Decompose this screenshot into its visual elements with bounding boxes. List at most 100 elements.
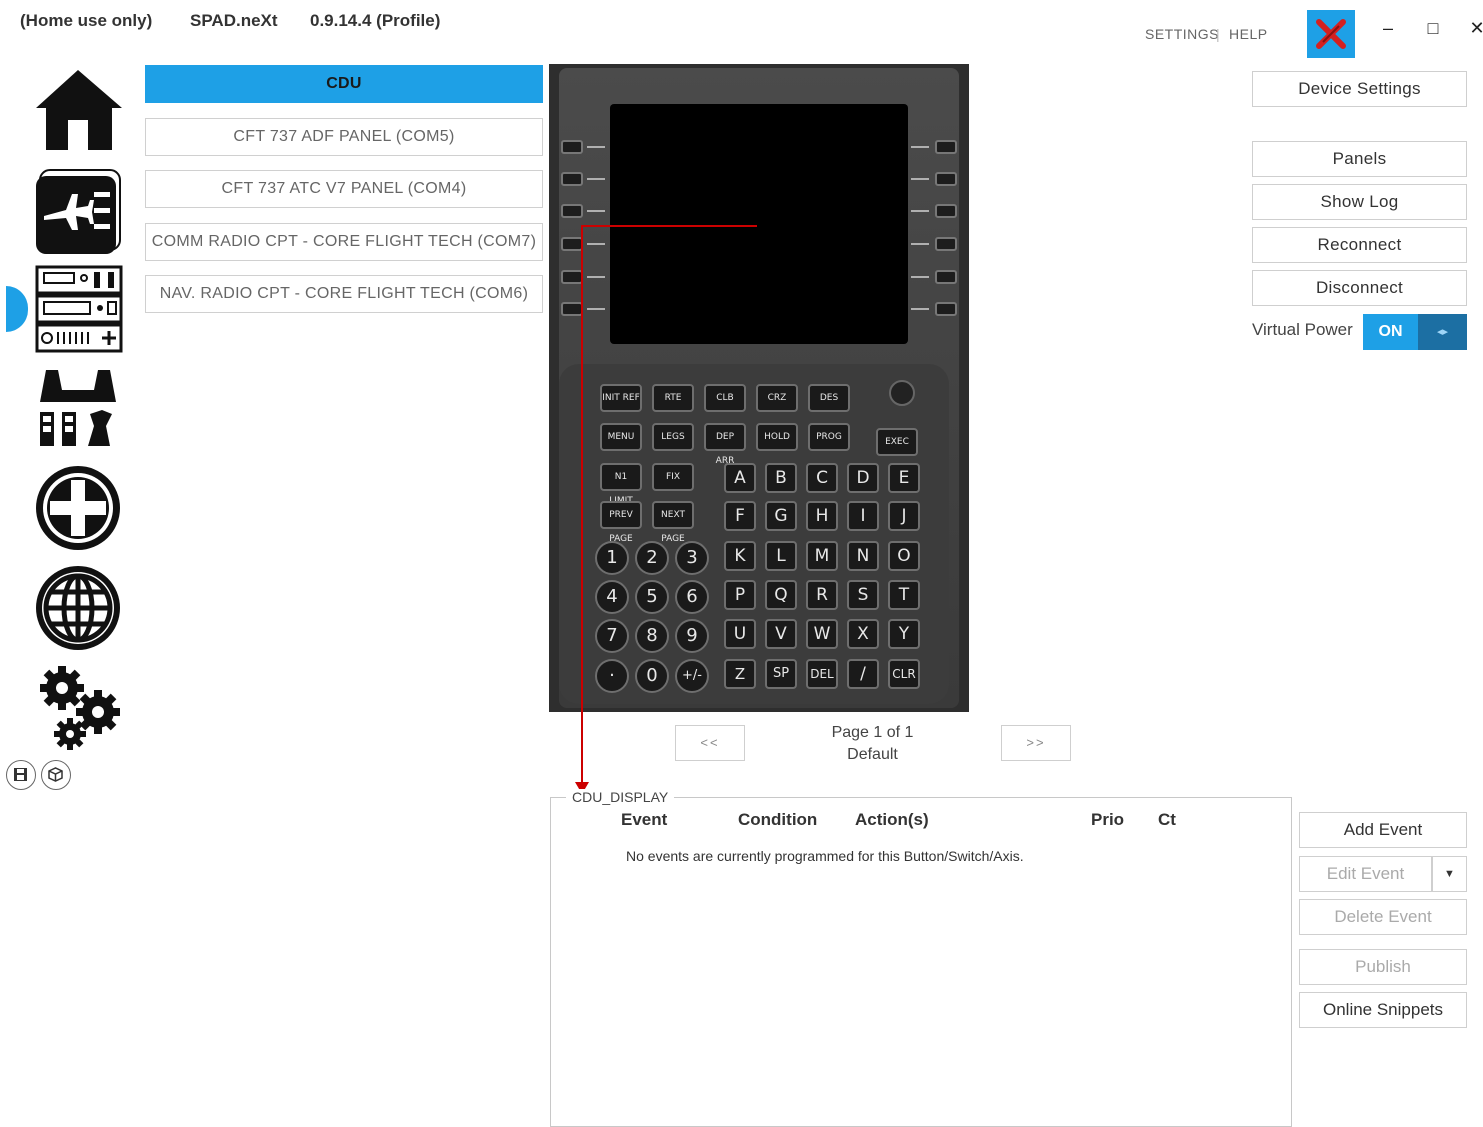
key-crz[interactable]: CRZ	[756, 384, 798, 412]
help-link[interactable]: HELP	[1229, 26, 1268, 42]
key-des[interactable]: DES	[808, 384, 850, 412]
key-n[interactable]: N	[847, 541, 879, 571]
key-x[interactable]: X	[847, 619, 879, 649]
online-snippets-button[interactable]: Online Snippets	[1299, 992, 1467, 1028]
key-sp[interactable]: SP	[765, 659, 797, 689]
lsk-right-6[interactable]	[935, 302, 957, 316]
key-v[interactable]: V	[765, 619, 797, 649]
column-header-ct[interactable]: Ct	[1158, 810, 1176, 830]
key-t[interactable]: T	[888, 580, 920, 610]
lsk-right-2[interactable]	[935, 172, 957, 186]
minimize-button[interactable]: –	[1373, 14, 1403, 42]
key-i[interactable]: I	[847, 501, 879, 531]
device-item-adf-panel[interactable]: CFT 737 ADF PANEL (COM5)	[145, 118, 543, 156]
lsk-left-2[interactable]	[561, 172, 583, 186]
save-icon[interactable]	[6, 760, 36, 790]
key-c[interactable]: C	[806, 463, 838, 493]
show-log-button[interactable]: Show Log	[1252, 184, 1467, 220]
key-m[interactable]: M	[806, 541, 838, 571]
lsk-left-5[interactable]	[561, 270, 583, 284]
key-7[interactable]: 7	[595, 619, 629, 653]
virtual-power-toggle[interactable]: ON ◂▸	[1363, 314, 1467, 350]
key-d[interactable]: D	[847, 463, 879, 493]
close-button[interactable]: ✕	[1462, 14, 1483, 42]
package-icon[interactable]	[41, 760, 71, 790]
add-device-icon[interactable]	[32, 462, 124, 554]
key-y[interactable]: Y	[888, 619, 920, 649]
lsk-right-5[interactable]	[935, 270, 957, 284]
panels-button[interactable]: Panels	[1252, 141, 1467, 177]
lsk-left-3[interactable]	[561, 204, 583, 218]
key-8[interactable]: 8	[635, 619, 669, 653]
controllers-icon[interactable]	[32, 362, 124, 454]
edit-event-button[interactable]: Edit Event	[1299, 856, 1432, 892]
key-3[interactable]: 3	[675, 541, 709, 575]
key-5[interactable]: 5	[635, 580, 669, 614]
lsk-right-1[interactable]	[935, 140, 957, 154]
key-0[interactable]: 0	[635, 659, 669, 693]
column-header-prio[interactable]: Prio	[1091, 810, 1124, 830]
key-p[interactable]: P	[724, 580, 756, 610]
key-e[interactable]: E	[888, 463, 920, 493]
key-dot[interactable]: ·	[595, 659, 629, 693]
key-z[interactable]: Z	[724, 659, 756, 689]
key-j[interactable]: J	[888, 501, 920, 531]
key-menu[interactable]: MENU	[600, 423, 642, 451]
next-page-button[interactable]: >>	[1001, 725, 1071, 761]
key-prog[interactable]: PROG	[808, 423, 850, 451]
key-9[interactable]: 9	[675, 619, 709, 653]
key-plus-minus[interactable]: +/-	[675, 659, 709, 693]
key-a[interactable]: A	[724, 463, 756, 493]
key-g[interactable]: G	[765, 501, 797, 531]
key-prev-page[interactable]: PREV PAGE	[600, 501, 642, 544]
maximize-button[interactable]: □	[1418, 14, 1448, 42]
key-rte[interactable]: RTE	[652, 384, 694, 412]
key-n1-limit[interactable]: N1 LIMIT	[600, 463, 642, 506]
key-exec[interactable]: EXEC	[876, 428, 918, 456]
key-l[interactable]: L	[765, 541, 797, 571]
flight-profile-icon[interactable]	[32, 166, 124, 258]
key-fix[interactable]: FIX	[652, 463, 694, 491]
key-s[interactable]: S	[847, 580, 879, 610]
key-q[interactable]: Q	[765, 580, 797, 610]
publish-button[interactable]: Publish	[1299, 949, 1467, 985]
add-event-button[interactable]: Add Event	[1299, 812, 1467, 848]
key-next-page[interactable]: NEXT PAGE	[652, 501, 694, 544]
device-item-nav-radio[interactable]: NAV. RADIO CPT - CORE FLIGHT TECH (COM6)	[145, 275, 543, 313]
home-icon[interactable]	[32, 64, 124, 156]
column-header-condition[interactable]: Condition	[738, 810, 817, 830]
brightness-knob[interactable]	[889, 380, 915, 406]
online-globe-icon[interactable]	[32, 562, 124, 654]
column-header-actions[interactable]: Action(s)	[855, 810, 929, 830]
devices-icon[interactable]	[32, 264, 124, 356]
reconnect-button[interactable]: Reconnect	[1252, 227, 1467, 263]
lsk-left-6[interactable]	[561, 302, 583, 316]
lsk-right-4[interactable]	[935, 237, 957, 251]
device-settings-button[interactable]: Device Settings	[1252, 71, 1467, 107]
key-h[interactable]: H	[806, 501, 838, 531]
key-hold[interactable]: HOLD	[756, 423, 798, 451]
column-header-event[interactable]: Event	[621, 810, 667, 830]
prev-page-button[interactable]: <<	[675, 725, 745, 761]
lsk-left-4[interactable]	[561, 237, 583, 251]
key-o[interactable]: O	[888, 541, 920, 571]
settings-link[interactable]: SETTINGS	[1145, 26, 1219, 42]
key-k[interactable]: K	[724, 541, 756, 571]
key-6[interactable]: 6	[675, 580, 709, 614]
spad-logo-button[interactable]	[1307, 10, 1355, 58]
lsk-right-3[interactable]	[935, 204, 957, 218]
device-item-atc-panel[interactable]: CFT 737 ATC V7 PANEL (COM4)	[145, 170, 543, 208]
key-clb[interactable]: CLB	[704, 384, 746, 412]
key-legs[interactable]: LEGS	[652, 423, 694, 451]
key-init-ref[interactable]: INIT REF	[600, 384, 642, 412]
key-1[interactable]: 1	[595, 541, 629, 575]
key-b[interactable]: B	[765, 463, 797, 493]
key-2[interactable]: 2	[635, 541, 669, 575]
key-del[interactable]: DEL	[806, 659, 838, 689]
delete-event-button[interactable]: Delete Event	[1299, 899, 1467, 935]
key-r[interactable]: R	[806, 580, 838, 610]
lsk-left-1[interactable]	[561, 140, 583, 154]
device-item-comm-radio[interactable]: COMM RADIO CPT - CORE FLIGHT TECH (COM7)	[145, 223, 543, 261]
key-clr[interactable]: CLR	[888, 659, 920, 689]
settings-gears-icon[interactable]	[32, 664, 124, 756]
